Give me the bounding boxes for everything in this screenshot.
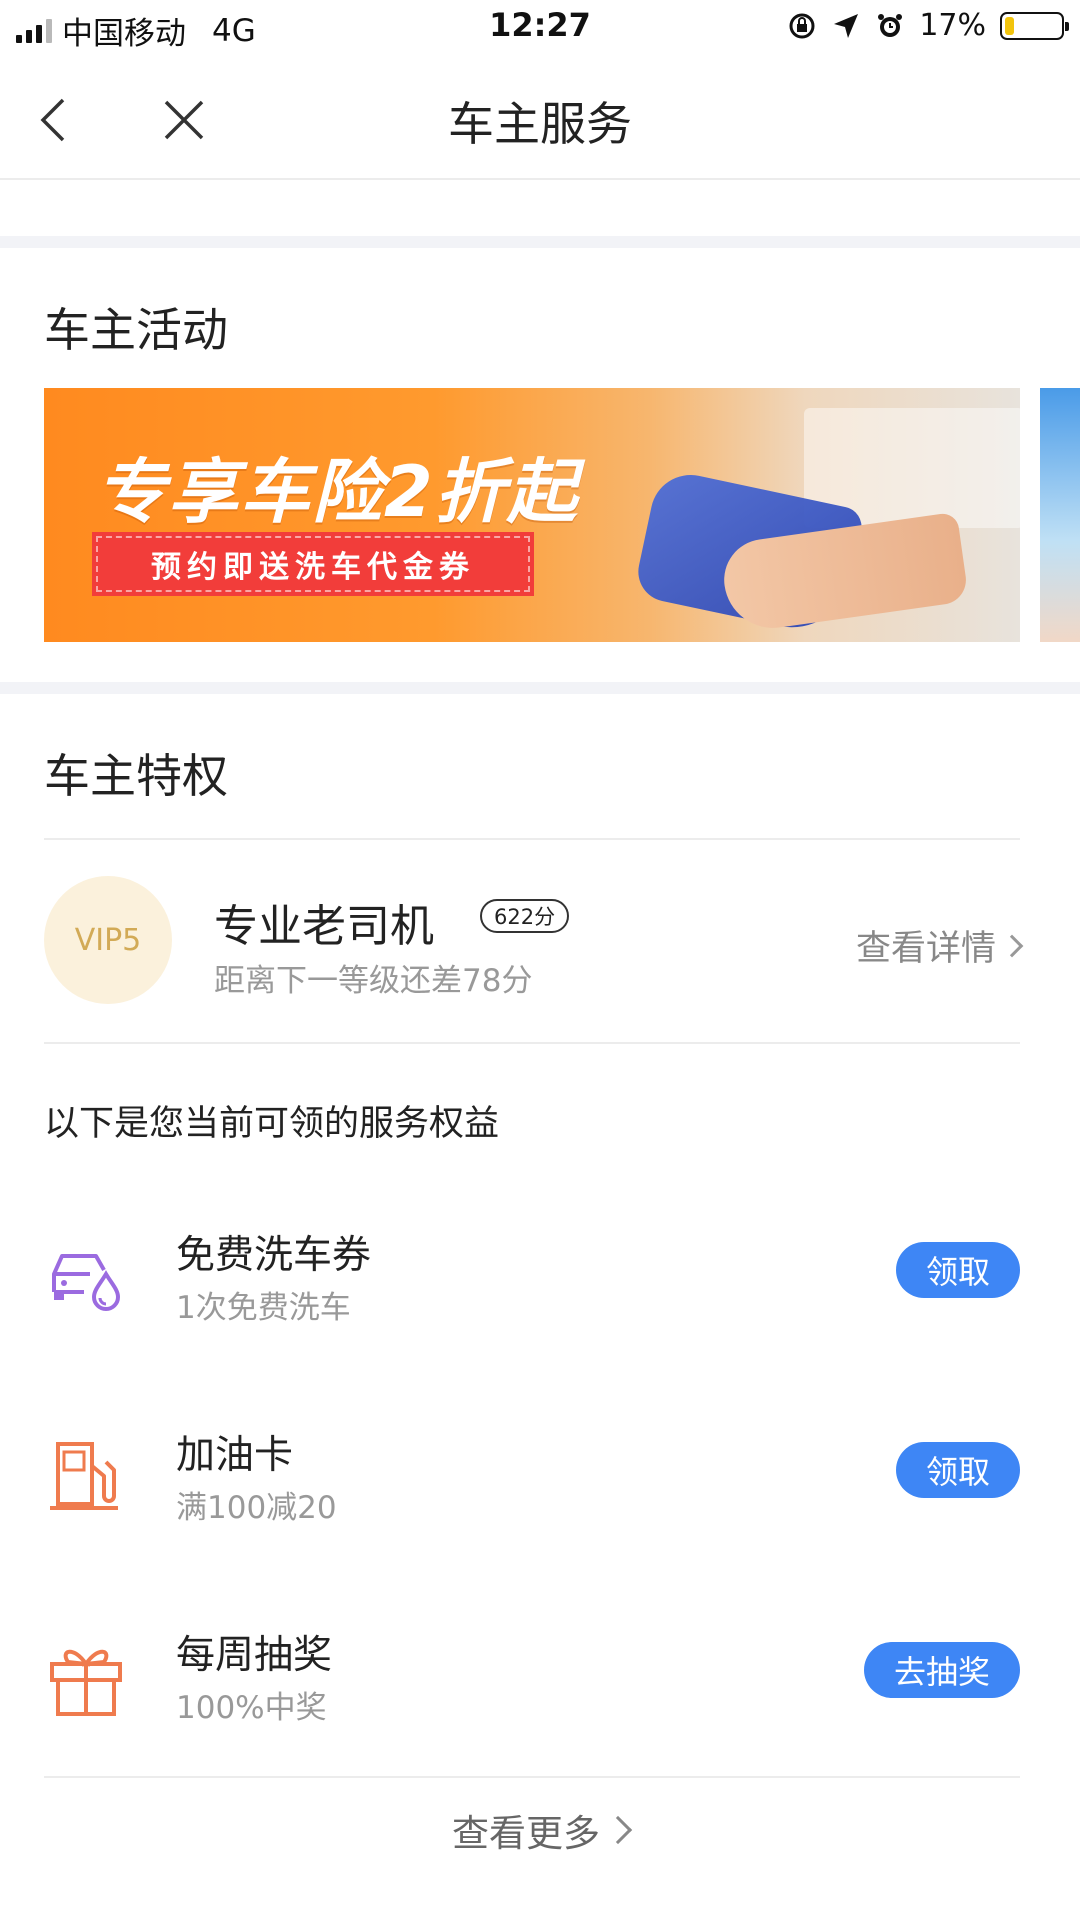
alarm-icon xyxy=(875,11,905,41)
level-name: 专业老司机 xyxy=(214,901,434,952)
view-more-label: 查看更多 xyxy=(452,1812,600,1855)
status-bar: 中国移动 4G 12:27 17% xyxy=(0,0,1080,54)
lottery-button[interactable]: 去抽奖 xyxy=(863,1642,1020,1698)
nav-bar: 车主服务 xyxy=(0,60,1080,180)
next-banner-peek[interactable] xyxy=(1040,388,1080,642)
fuel-pump-icon xyxy=(44,1436,128,1520)
benefit-item: 每周抽奖 100%中奖 去抽奖 xyxy=(0,1620,1080,1740)
benefit-desc: 100%中奖 xyxy=(176,1690,327,1726)
divider xyxy=(44,1042,1020,1044)
view-details-link[interactable]: 查看详情 xyxy=(855,920,1024,971)
vip-badge: VIP5 xyxy=(44,876,172,1004)
benefit-item: 免费洗车券 1次免费洗车 领取 xyxy=(0,1220,1080,1340)
benefit-name: 加油卡 xyxy=(176,1433,294,1478)
divider xyxy=(44,838,1020,840)
view-more-link[interactable]: 查看更多 xyxy=(0,1803,1080,1857)
chevron-right-icon xyxy=(1000,934,1024,957)
benefit-desc: 满100减20 xyxy=(176,1490,337,1526)
level-progress-text: 距离下一等级还差78分 xyxy=(214,963,533,999)
banner-subline: 预约即送洗车代金券 xyxy=(92,532,534,596)
claim-button[interactable]: 领取 xyxy=(895,1442,1020,1498)
status-right: 17% xyxy=(787,8,1069,43)
location-arrow-icon xyxy=(831,11,861,41)
section-divider xyxy=(0,236,1080,248)
benefit-desc: 1次免费洗车 xyxy=(176,1290,351,1326)
view-details-label: 查看详情 xyxy=(855,929,996,969)
battery-icon xyxy=(1000,11,1069,40)
battery-level xyxy=(1005,16,1015,35)
car-wash-icon xyxy=(44,1236,128,1320)
privileges-title: 车主特权 xyxy=(44,749,228,803)
divider xyxy=(44,1776,1020,1778)
page-title: 车主服务 xyxy=(448,97,632,151)
benefit-name: 免费洗车券 xyxy=(176,1233,372,1278)
benefits-intro: 以下是您当前可领的服务权益 xyxy=(44,1104,500,1144)
promo-banner[interactable]: 专享车险2折起 预约即送洗车代金券 xyxy=(44,388,1020,642)
claim-button[interactable]: 领取 xyxy=(895,1242,1020,1298)
banner-headline: 专享车险2折起 xyxy=(96,451,579,533)
benefit-name: 每周抽奖 xyxy=(176,1633,333,1678)
battery-percent: 17% xyxy=(919,8,986,43)
score-badge: 622分 xyxy=(480,899,570,933)
benefit-item: 加油卡 满100减20 领取 xyxy=(0,1420,1080,1540)
section-divider xyxy=(0,682,1080,694)
chevron-right-icon xyxy=(603,1815,633,1845)
activities-title: 车主活动 xyxy=(44,303,228,357)
gift-icon xyxy=(44,1636,128,1720)
rotation-lock-icon xyxy=(787,11,817,41)
